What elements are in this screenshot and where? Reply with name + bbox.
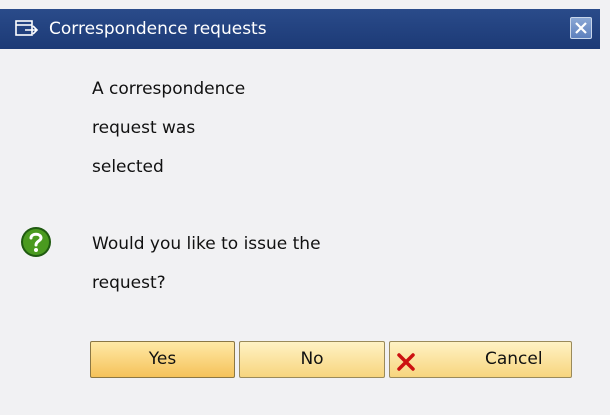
message-line-1: A correspondence (92, 79, 246, 99)
dialog-window: Correspondence requests A correspondence… (0, 0, 610, 415)
question-line-2: request? (92, 273, 166, 293)
dialog-titlebar: Correspondence requests (0, 9, 600, 49)
question-icon (20, 226, 52, 258)
cancel-button[interactable]: Cancel (389, 341, 572, 378)
cancel-label: Cancel (485, 349, 543, 369)
message-line-3: selected (92, 157, 164, 177)
close-icon (575, 22, 587, 34)
window-icon (13, 17, 41, 41)
yes-button[interactable]: Yes (90, 341, 235, 378)
question-line-1: Would you like to issue the (92, 234, 321, 254)
cancel-x-icon (396, 350, 416, 385)
message-line-2: request was (92, 118, 196, 138)
close-button[interactable] (570, 17, 592, 39)
dialog-title: Correspondence requests (49, 19, 267, 39)
no-button[interactable]: No (239, 341, 385, 378)
